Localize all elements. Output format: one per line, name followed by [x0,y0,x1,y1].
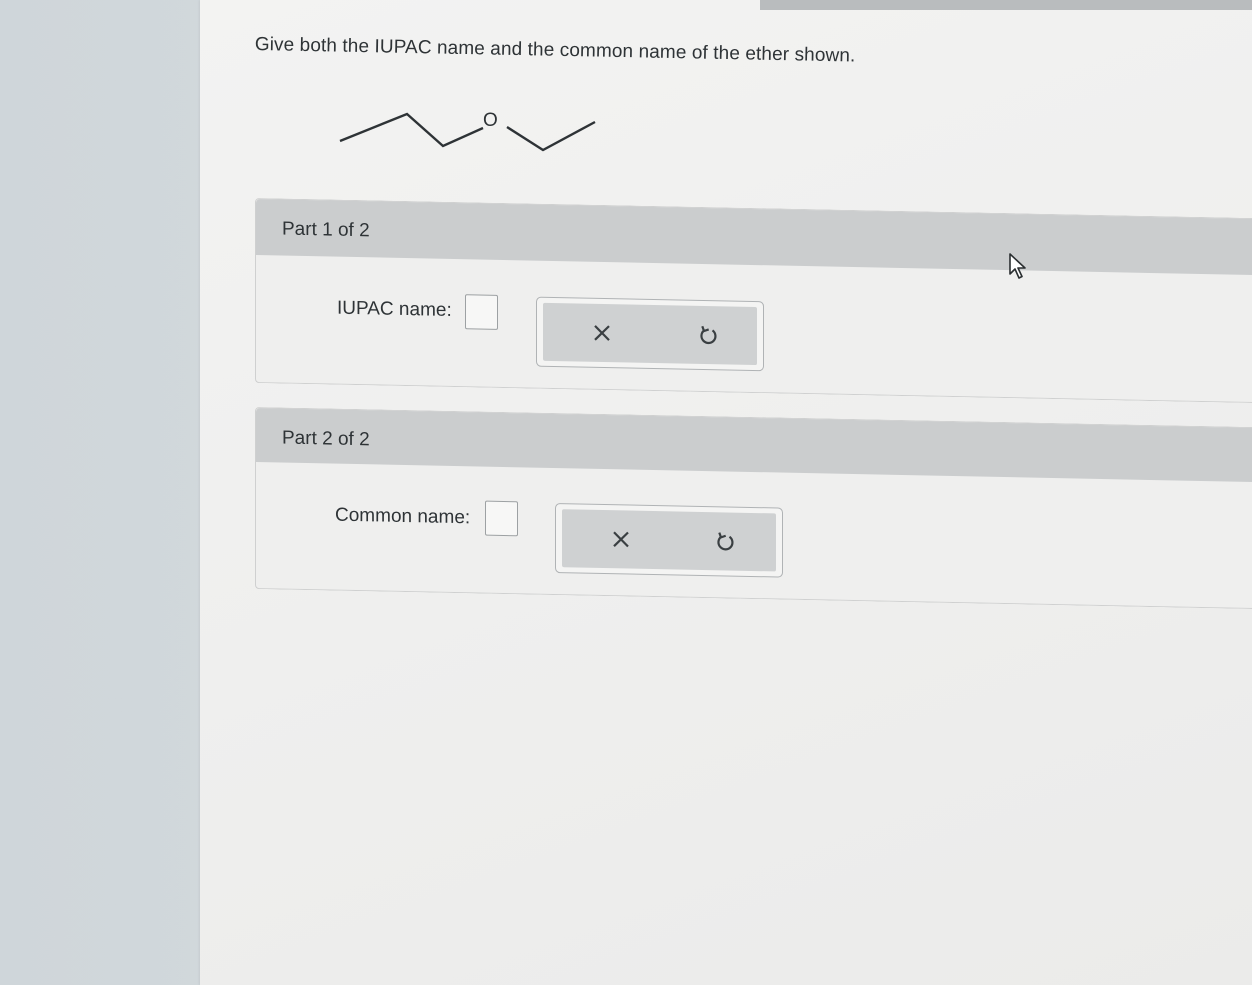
undo-button[interactable] [708,524,742,559]
part-2-header: Part 2 of 2 [256,408,1252,483]
ether-structure: O [339,110,596,152]
part-2-title: Part 2 of 2 [282,427,370,451]
clear-button[interactable] [585,316,619,351]
undo-button[interactable] [691,318,725,353]
clear-button[interactable] [604,522,638,557]
part-1-title: Part 1 of 2 [282,218,370,242]
common-name-label: Common name: [335,504,471,529]
question-text: Give both the IUPAC name and the common … [254,34,856,67]
iupac-name-input[interactable] [465,294,498,330]
iupac-name-label: IUPAC name: [337,297,452,321]
mouse-cursor-icon [1009,253,1026,279]
common-name-input[interactable] [485,500,518,537]
part-1-tool-panel [536,296,764,372]
part-1-panel: Part 1 of 2 IUPAC name: [255,198,1252,404]
oxygen-atom-label: O [483,110,498,131]
part-1-tool-bar [543,302,757,366]
question-page: Give both the IUPAC name and the common … [200,0,1252,985]
x-icon [613,531,629,548]
top-bar [760,0,1252,10]
part-1-header: Part 1 of 2 [256,199,1252,276]
part-2-tool-panel [555,503,783,578]
undo-icon [700,325,717,345]
part-2-panel: Part 2 of 2 Common name: [255,407,1252,610]
part-2-tool-bar [562,509,776,572]
x-icon [594,325,610,341]
undo-icon [717,532,734,551]
